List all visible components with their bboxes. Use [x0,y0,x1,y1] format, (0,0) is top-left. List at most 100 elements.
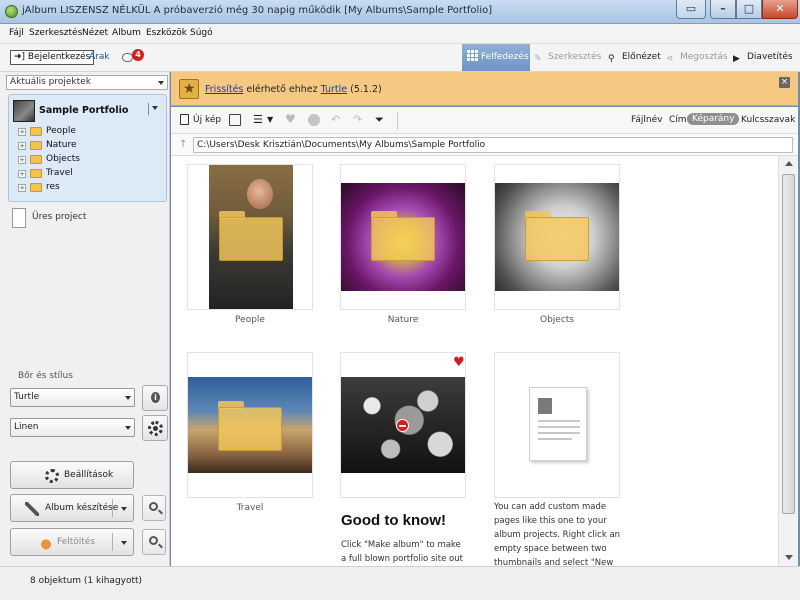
add-content-icon[interactable]: ☰ [253,114,265,126]
menu-tools[interactable]: Eszközök [146,28,187,38]
sort-tab-keywords[interactable]: Kulcsszavak [741,115,795,125]
chevron-down-icon[interactable]: ▼ [267,114,279,126]
notification-badge: 4 [132,49,144,61]
tree-folder-people[interactable]: + People [18,126,148,138]
tab-slideshow[interactable]: ▶ Diavetítés [733,44,799,71]
path-bar: ↑ C:\Users\Desk Krisztián\Documents\My A… [171,134,798,156]
thumbnail-gallery: People Nature Objects Travel ♥ Good to k… [171,156,778,566]
folder-tile-travel[interactable]: Travel [187,352,313,513]
current-projects-dropdown[interactable]: Aktuális projektek [6,75,168,90]
project-menu-dropdown[interactable] [148,103,160,115]
tab-share[interactable]: ⋖ Megosztás [666,44,728,71]
tab-preview[interactable]: ⚲ Előnézet [608,44,662,71]
page-tile-custom[interactable] [494,352,620,498]
settings-button-label: Beállítások [64,470,114,480]
chevron-down-icon[interactable] [121,507,127,511]
chevron-down-icon[interactable] [121,541,127,545]
path-field[interactable]: C:\Users\Desk Krisztián\Documents\My Alb… [193,137,793,153]
prices-link[interactable]: Árak [89,52,110,62]
empty-project-item[interactable]: Üres project [12,208,162,230]
expand-icon[interactable]: + [18,156,26,164]
project-tree: Sample Portfolio + People + Nature + Obj… [8,94,167,202]
rotate-right-icon[interactable]: ↷ [353,114,365,126]
tab-explore-label: Felfedezés [481,52,529,62]
skin-select[interactable]: Turtle [10,388,135,407]
expand-icon[interactable]: + [18,142,26,150]
tree-folder-objects[interactable]: + Objects [18,154,148,166]
menu-help[interactable]: Súgó [190,28,213,38]
chevron-down-icon [158,81,164,85]
skin-link[interactable]: Turtle [321,84,348,95]
sort-tab-title[interactable]: Cím [669,115,687,125]
expand-icon[interactable]: + [18,170,26,178]
project-thumbnail [13,100,35,122]
people-thumbnail [209,165,293,309]
style-select-value: Linen [14,422,39,432]
tab-explore[interactable]: Felfedezés [462,44,530,71]
scroll-up-icon[interactable] [785,161,793,166]
custom-page-icon [529,387,587,461]
sort-tab-filename[interactable]: Fájlnév [631,115,662,125]
scroll-down-icon[interactable] [785,555,793,560]
search-button[interactable] [142,529,166,555]
tab-edit[interactable]: ✎ Szerkesztés [534,44,604,71]
window-icon[interactable]: ▭ [676,0,706,19]
new-image-icon [180,114,189,125]
tree-folder-nature[interactable]: + Nature [18,140,148,152]
title-bar: jAlbum LISZENSZ NÉLKÜL A próbaverzió még… [0,0,800,24]
folder-icon [30,155,42,164]
style-select[interactable]: Linen [10,418,135,437]
style-settings-button[interactable] [142,415,168,441]
close-button[interactable]: ✕ [762,0,798,19]
up-folder-icon[interactable]: ↑ [179,139,187,150]
folder-icon [30,141,42,150]
folder-tile-objects[interactable]: Objects [494,164,620,325]
menu-album[interactable]: Album [112,28,141,38]
menu-file[interactable]: Fájl [9,28,24,38]
upload-label: Feltöltés [57,537,96,547]
skin-info-button[interactable]: i [142,385,168,411]
exclude-icon[interactable] [308,114,320,126]
notifications-button[interactable]: 4 [122,49,144,65]
notice-close-icon[interactable]: × [779,77,790,88]
new-image-button[interactable]: Új kép [193,115,221,125]
tree-folder-label: Objects [46,154,81,164]
login-button[interactable]: ➜] Bejelentkezés [10,50,95,65]
current-projects-label: Aktuális projektek [10,77,91,87]
filter-icon[interactable]: ⏷ [375,114,387,126]
chevron-down-icon [125,426,131,430]
expand-icon[interactable]: + [18,128,26,136]
menu-bar: Fájl Szerkesztés Nézet Album Eszközök Sú… [0,24,800,44]
heart-icon[interactable]: ♥ [285,113,297,126]
folder-tile-nature[interactable]: Nature [340,164,466,325]
update-link[interactable]: Frissítés [205,84,243,95]
minimize-button[interactable]: – [710,0,736,19]
gallery-scrollbar[interactable] [778,156,798,566]
heart-icon[interactable]: ♥ [453,355,465,370]
new-folder-icon[interactable] [229,114,241,126]
tree-folder-label: res [46,182,60,192]
bokeh-thumbnail [341,377,465,473]
image-tile-bokeh[interactable]: ♥ [340,352,466,498]
scroll-thumb[interactable] [782,174,795,514]
tab-slideshow-label: Diavetítés [747,52,793,62]
folder-icon [30,127,42,136]
menu-view[interactable]: Nézet [82,28,108,38]
upload-button[interactable]: Feltöltés [10,528,134,556]
tree-folder-travel[interactable]: + Travel [18,168,148,180]
expand-icon[interactable]: + [18,184,26,192]
folder-icon [30,169,42,178]
folder-tile-people[interactable]: People [187,164,313,325]
rotate-left-icon[interactable]: ↶ [331,114,343,126]
upload-icon [39,536,53,550]
sort-tab-aspect-ratio[interactable]: Képarány [687,113,740,125]
travel-thumbnail [188,377,312,473]
tree-folder-res[interactable]: + res [18,182,148,194]
make-album-button[interactable]: Album készítése [10,494,134,522]
maximize-button[interactable]: □ [736,0,762,19]
settings-button[interactable]: Beállítások [10,461,134,489]
menu-edit[interactable]: Szerkesztés [29,28,82,38]
zoom-button[interactable] [142,495,166,521]
project-name[interactable]: Sample Portfolio [39,105,128,116]
notice-text-part: elérhető ehhez [243,84,321,95]
